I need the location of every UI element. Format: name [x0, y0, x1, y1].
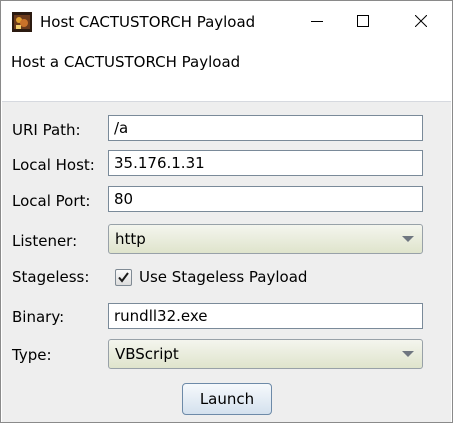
app-icon: [12, 12, 32, 32]
close-icon: [414, 13, 428, 31]
checkmark-icon: [118, 272, 129, 283]
stageless-checkbox[interactable]: [115, 269, 132, 286]
maximize-button[interactable]: [340, 1, 386, 43]
binary-input[interactable]: rundll32.exe: [108, 303, 423, 329]
local-host-label: Local Host:: [12, 156, 95, 174]
dialog-description: Host a CACTUSTORCH Payload: [11, 53, 241, 71]
listener-selected-value: http: [115, 230, 146, 248]
uri-path-input[interactable]: /a: [108, 115, 423, 141]
local-port-label: Local Port:: [12, 192, 91, 210]
maximize-icon: [357, 13, 369, 31]
chevron-down-icon: [402, 351, 414, 357]
type-selected-value: VBScript: [115, 345, 179, 363]
minimize-icon: [311, 13, 323, 31]
stageless-checkbox-label[interactable]: Use Stageless Payload: [139, 268, 307, 286]
minimize-button[interactable]: [294, 1, 340, 43]
window-title: Host CACTUSTORCH Payload: [40, 13, 256, 31]
listener-select[interactable]: http: [108, 224, 423, 254]
local-host-input[interactable]: 35.176.1.31: [108, 150, 423, 176]
uri-path-label: URI Path:: [12, 121, 81, 139]
local-port-input[interactable]: 80: [108, 186, 423, 212]
launch-button[interactable]: Launch: [182, 383, 272, 415]
binary-label: Binary:: [12, 308, 65, 326]
dialog-window: Host CACTUSTORCH Payload Host a CACTUSTO…: [0, 0, 453, 423]
type-select[interactable]: VBScript: [108, 339, 423, 369]
chevron-down-icon: [402, 236, 414, 242]
title-bar[interactable]: Host CACTUSTORCH Payload: [1, 1, 452, 43]
type-label: Type:: [12, 346, 52, 364]
description-panel: Host a CACTUSTORCH Payload: [2, 43, 451, 102]
close-button[interactable]: [398, 1, 444, 43]
stageless-label: Stageless:: [12, 268, 90, 286]
listener-label: Listener:: [12, 232, 78, 250]
form-panel: URI Path: /a Local Host: 35.176.1.31 Loc…: [2, 102, 451, 422]
